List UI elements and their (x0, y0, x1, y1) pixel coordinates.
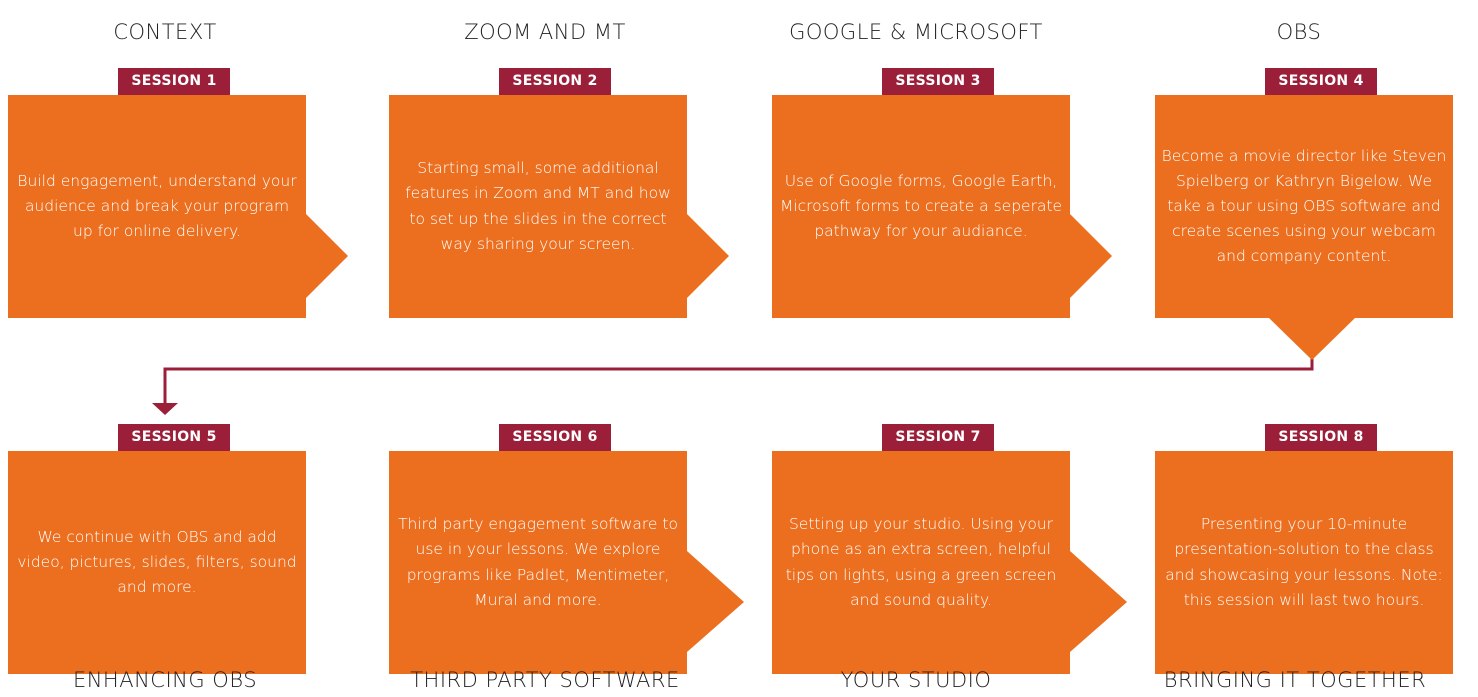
session-1-description: Build engagement, understand your audien… (17, 171, 297, 241)
session-8-title: BRINGING IT TOGETHER (1163, 668, 1427, 692)
session-7-card: SESSION 7 Setting up your studio. Using … (772, 424, 1127, 674)
session-4-description: Become a movie director like Steven Spie… (1161, 146, 1447, 266)
session-4-card: SESSION 4 Become a movie director like S… (1155, 68, 1478, 360)
session-3-card: SESSION 3 Use of Google forms, Google Ea… (772, 68, 1112, 318)
session-8-description: Presenting your 10-minute presentation-s… (1165, 515, 1443, 609)
session-1-badge: SESSION 1 (118, 68, 230, 95)
connector-line (163, 352, 1314, 404)
session-8-badge: SESSION 8 (1265, 424, 1377, 451)
session-4-title: OBS (1276, 20, 1322, 44)
session-2-description: Starting small, some additional features… (405, 159, 671, 253)
session-6-description: Third party engagement software to use i… (398, 515, 678, 609)
session-5-card: SESSION 5 We continue with OBS and add v… (8, 424, 348, 674)
session-3-badge: SESSION 3 (882, 68, 994, 95)
session-6-badge: SESSION 6 (499, 424, 611, 451)
session-2-card: SESSION 2 Starting small, some additiona… (389, 68, 729, 318)
session-8-card: SESSION 8 Presenting your 10-minute pres… (1155, 424, 1478, 674)
session-7-badge: SESSION 7 (882, 424, 994, 451)
session-7-title: YOUR STUDIO (840, 668, 992, 692)
session-1-title: CONTEXT (113, 20, 217, 44)
session-2-title: ZOOM AND MT (464, 20, 626, 44)
session-3-description: Use of Google forms, Google Earth, Micro… (779, 171, 1063, 241)
session-2-badge: SESSION 2 (499, 68, 611, 95)
session-5-title: ENHANCING OBS (72, 668, 258, 692)
session-6-title: THIRD PARTY SOFTWARE (410, 668, 680, 692)
connector-arrowhead-icon (152, 403, 178, 415)
session-6-card: SESSION 6 Third party engagement softwar… (389, 424, 744, 674)
session-7-description: Setting up your studio. Using your phone… (785, 515, 1057, 609)
session-4-badge: SESSION 4 (1265, 68, 1377, 95)
session-1-card: SESSION 1 Build engagement, understand y… (8, 68, 348, 318)
session-5-description: We continue with OBS and add video, pict… (17, 527, 297, 597)
session-5-badge: SESSION 5 (118, 424, 230, 451)
session-3-title: GOOGLE & MICROSOFT (789, 20, 1043, 44)
